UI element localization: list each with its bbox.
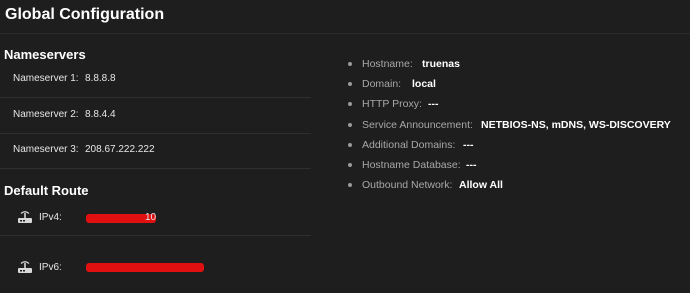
route-row-ipv4: IPv4: 10 [0, 198, 311, 236]
page-title: Global Configuration [5, 6, 165, 23]
network-route-icon [17, 260, 33, 274]
row-divider [0, 168, 311, 169]
nameserver-row: Nameserver 2: 8.8.4.4 [0, 98, 311, 134]
route-label: IPv4: [39, 212, 62, 223]
redacted-address [86, 263, 204, 272]
nameserver-row: Nameserver 1: 8.8.8.8 [0, 62, 311, 98]
nameserver-value: 8.8.8.8 [85, 73, 116, 84]
route-label: IPv6: [39, 262, 62, 273]
detail-value: --- [428, 98, 439, 110]
detail-label: Additional Domains: [362, 139, 456, 151]
title-divider [0, 33, 690, 34]
nameservers-heading: Nameservers [4, 47, 86, 62]
detail-value: --- [463, 139, 474, 151]
row-divider [0, 235, 311, 236]
default-route-heading: Default Route [4, 183, 89, 198]
route-value: 10 [145, 212, 157, 223]
bullet [348, 163, 352, 167]
detail-value: truenas [422, 58, 460, 70]
nameserver-value: 8.8.4.4 [85, 109, 116, 120]
nameserver-value: 208.67.222.222 [85, 144, 155, 155]
nameserver-label: Nameserver 3: [13, 144, 79, 155]
bullet [348, 143, 352, 147]
bullet [348, 102, 352, 106]
bullet [348, 123, 352, 127]
detail-label: Hostname Database: [362, 159, 461, 171]
detail-label: Domain: [362, 78, 402, 90]
bullet [348, 82, 352, 86]
detail-value: --- [466, 159, 477, 171]
detail-label: HTTP Proxy: [362, 98, 422, 110]
nameserver-label: Nameserver 1: [13, 73, 79, 84]
bullet [348, 62, 352, 66]
network-route-icon [17, 210, 33, 224]
detail-label: Service Announcement: [362, 119, 473, 131]
route-row-ipv6: IPv6: [0, 248, 311, 286]
detail-value: local [412, 78, 436, 90]
nameserver-row: Nameserver 3: 208.67.222.222 [0, 133, 311, 169]
bullet [348, 183, 352, 187]
detail-value: Allow All [459, 179, 503, 191]
detail-label: Outbound Network: [362, 179, 453, 191]
detail-label: Hostname: [362, 58, 413, 70]
detail-value: NETBIOS-NS, mDNS, WS-DISCOVERY [481, 119, 671, 131]
nameserver-label: Nameserver 2: [13, 109, 79, 120]
